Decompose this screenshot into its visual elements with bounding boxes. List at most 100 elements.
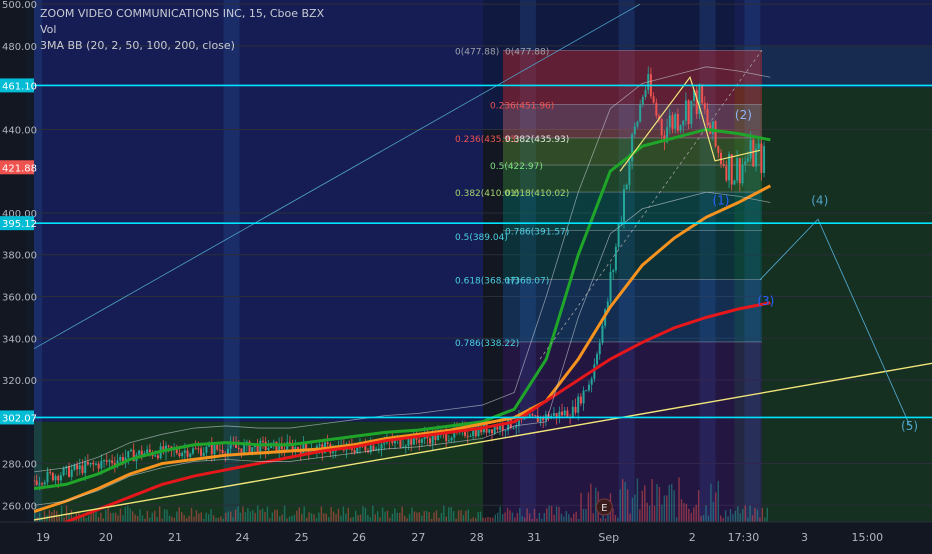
volume-bar [585, 508, 587, 522]
candle-body [690, 100, 693, 125]
volume-bar [663, 495, 666, 522]
volume-bar [232, 517, 234, 522]
candle-body [167, 445, 170, 447]
volume-bar [746, 517, 749, 522]
candle-body [660, 119, 663, 136]
volume-bar [176, 511, 178, 522]
candle-body [609, 271, 612, 302]
volume-bar [702, 515, 705, 522]
volume-bar [158, 506, 161, 522]
volume-bar [320, 506, 323, 522]
candle-body [35, 480, 38, 485]
volume-bar [626, 489, 629, 522]
candle-body [706, 109, 709, 125]
wave-label-5: (5) [901, 419, 918, 433]
volume-bar [479, 511, 482, 522]
x-tick-label-3: 24 [235, 531, 249, 544]
volume-label[interactable]: Vol [40, 22, 324, 38]
candle-body [156, 455, 159, 459]
candle-body [103, 460, 106, 462]
candle-body [221, 449, 224, 454]
volume-bar [212, 515, 215, 522]
volume-bar [452, 511, 455, 522]
candle-body [181, 452, 184, 457]
candle-body [738, 158, 741, 184]
volume-bar [641, 490, 643, 522]
volume-bar [122, 515, 124, 522]
volume-bar [264, 511, 266, 522]
symbol-title[interactable]: ZOOM VIDEO COMMUNICATIONS INC, 15, Cboe … [40, 6, 324, 22]
candle-body [631, 134, 634, 162]
volume-bar [722, 518, 724, 522]
volume-bar [100, 512, 102, 522]
candle-body [466, 435, 469, 437]
candle-body [407, 438, 410, 446]
volume-bar [575, 511, 577, 522]
volume-bar [729, 509, 732, 522]
candle-body [536, 415, 539, 422]
volume-bar [751, 515, 754, 522]
volume-bar [739, 513, 741, 522]
volume-bar [399, 512, 401, 522]
volume-bar [374, 514, 376, 522]
volume-bar [225, 512, 227, 522]
candle-body [186, 450, 189, 457]
volume-bar [161, 518, 163, 522]
chart-area[interactable]: 0(477.88) 0(477.88) 0.236(451.96) 0.236(435… [0, 0, 932, 550]
volume-bar [673, 490, 675, 522]
candle-body [601, 325, 604, 344]
volume-bar [281, 514, 283, 522]
candle-body [183, 450, 186, 453]
volume-bar [401, 506, 403, 522]
volume-bar [465, 510, 467, 522]
volume-bar [337, 508, 340, 522]
volume-bar [345, 513, 347, 522]
volume-bar [754, 507, 756, 522]
candle-body [744, 161, 747, 165]
volume-bar [367, 515, 369, 522]
candle-body [84, 461, 87, 474]
chart-svg[interactable]: 0(477.88) 0(477.88)0.236(451.96)0.236(435… [0, 0, 932, 550]
candle-body [493, 426, 496, 434]
volume-bar [661, 504, 663, 522]
volume-bar [269, 518, 271, 522]
candle-body [410, 438, 413, 445]
volume-bar [475, 518, 477, 522]
volume-bar [619, 489, 621, 522]
candle-body [418, 439, 421, 443]
volume-bar [599, 518, 602, 522]
background-band-4 [734, 0, 932, 88]
volume-bar [87, 515, 90, 522]
candle-body [684, 100, 687, 121]
candle-body [78, 465, 81, 470]
indicator-label[interactable]: 3MA BB (20, 2, 50, 100, 200, close) [40, 38, 324, 54]
volume-bar [242, 506, 244, 522]
volume-bar [227, 511, 229, 522]
volume-bar [580, 492, 582, 522]
volume-bar [298, 507, 300, 522]
volume-bar [707, 515, 710, 522]
candle-body [579, 396, 582, 404]
volume-bar [354, 510, 357, 522]
price-badge-label-1: 421.88 [2, 163, 37, 174]
volume-bar [538, 512, 541, 522]
volume-bar [744, 505, 746, 522]
volume-bar [553, 514, 555, 522]
volume-bar [301, 514, 303, 522]
candle-body [59, 475, 62, 481]
volume-bar [433, 512, 435, 522]
volume-bar [727, 516, 729, 522]
candle-body [469, 435, 472, 437]
volume-bar [457, 510, 460, 522]
volume-bar [732, 514, 734, 522]
volume-bar [666, 495, 668, 522]
volume-bar [521, 516, 523, 522]
candle-body [512, 427, 515, 429]
candle-body [757, 143, 760, 149]
candle-body [644, 89, 647, 97]
volume-bar [288, 516, 291, 522]
chart-legend: ZOOM VIDEO COMMUNICATIONS INC, 15, Cboe … [40, 6, 324, 54]
candle-body [267, 447, 270, 451]
volume-bar [644, 485, 646, 522]
candle-body [235, 444, 238, 448]
